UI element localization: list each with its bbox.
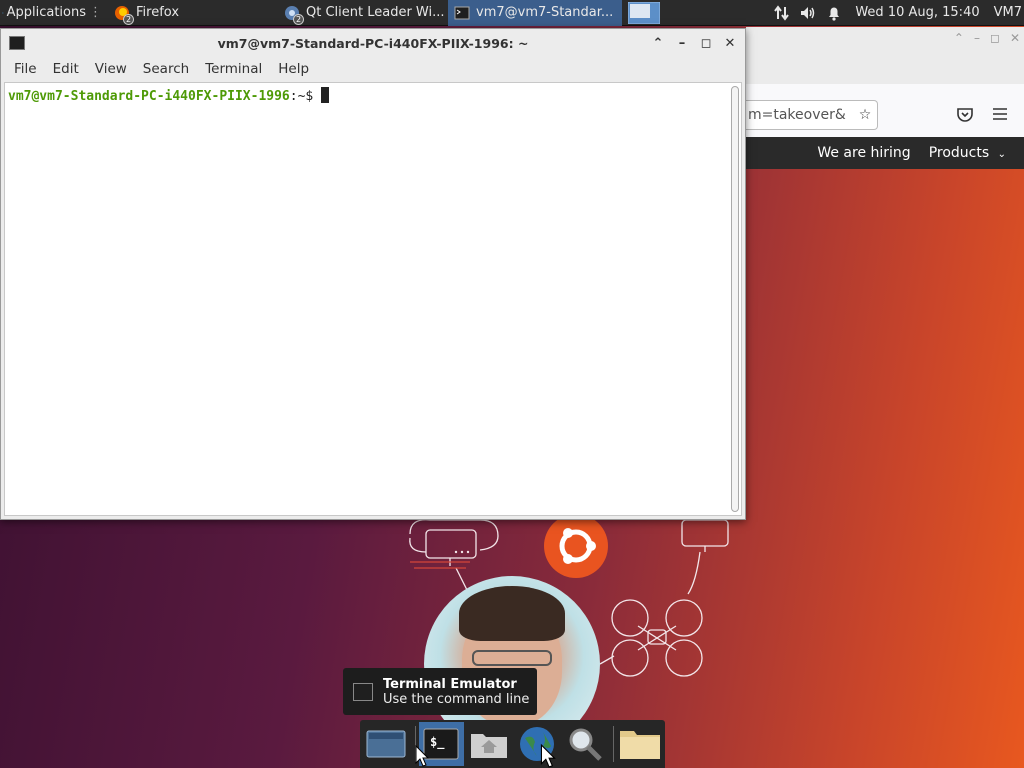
task-qt-client[interactable]: 2 Qt Client Leader Wi... — [278, 0, 448, 26]
terminal-icon — [353, 682, 373, 701]
tooltip-text: Terminal Emulator Use the command line — [383, 677, 529, 707]
dock-file-manager[interactable] — [617, 722, 662, 766]
mouse-pointer-icon — [415, 745, 429, 767]
task-label: Firefox — [136, 5, 180, 20]
menu-help[interactable]: Help — [270, 61, 317, 77]
url-bar[interactable]: m=takeover& ☆ — [746, 100, 878, 130]
menu-terminal[interactable]: Terminal — [197, 61, 270, 77]
tooltip-title: Terminal Emulator — [383, 676, 517, 692]
dock-home-folder[interactable] — [467, 722, 512, 766]
task-label: vm7@vm7-Standar... — [476, 5, 614, 20]
maximize-icon[interactable]: ◻ — [699, 36, 713, 51]
dock-tooltip: Terminal Emulator Use the command line — [343, 668, 537, 715]
mouse-pointer-icon — [540, 744, 556, 768]
hostname-label[interactable]: VM7 — [994, 5, 1024, 20]
task-firefox[interactable]: 2 Firefox — [108, 0, 278, 26]
shade-up-icon[interactable]: ⌃ — [651, 36, 665, 51]
task-label: Qt Client Leader Wi... — [306, 5, 445, 20]
workspace-switcher[interactable] — [622, 0, 666, 26]
firefox-window-controls: ⌃ – ◻ ✕ — [954, 31, 1020, 45]
window-title: vm7@vm7-Standard-PC-i440FX-PIIX-1996: ~ — [217, 35, 529, 51]
folder-icon — [619, 731, 660, 759]
network-icon[interactable] — [773, 4, 791, 22]
menu-file[interactable]: File — [6, 61, 45, 77]
notification-bell-icon[interactable] — [825, 4, 843, 22]
nav-link-products[interactable]: Products ⌄ — [929, 145, 1006, 161]
maximize-icon[interactable]: ◻ — [990, 31, 1000, 45]
menu-view[interactable]: View — [87, 61, 135, 77]
close-icon[interactable]: ✕ — [723, 36, 737, 51]
applications-label: Applications — [6, 5, 86, 20]
show-desktop-icon — [366, 730, 406, 758]
terminal-window-icon — [9, 36, 25, 50]
terminal-menubar: File Edit View Search Terminal Help — [1, 57, 745, 81]
clock[interactable]: Wed 10 Aug, 15:40 — [855, 5, 979, 20]
scrollbar[interactable] — [731, 86, 739, 512]
home-folder-icon — [471, 734, 508, 758]
nav-link-hiring[interactable]: We are hiring — [817, 145, 910, 161]
terminal-icon — [454, 5, 470, 21]
tooltip-subtitle: Use the command line — [383, 691, 530, 707]
text-cursor — [321, 87, 330, 103]
nav-link-label: Products — [928, 145, 990, 161]
dock: $_ — [360, 720, 665, 768]
menu-search[interactable]: Search — [135, 61, 197, 77]
applications-menu[interactable]: Applications ⋮ — [0, 0, 108, 26]
system-tray: Wed 10 Aug, 15:40 VM7 — [769, 0, 1024, 26]
top-panel: Applications ⋮ 2 Firefox 2 Qt Client Lea… — [0, 0, 1024, 26]
separator-glyph: ⋮ — [89, 5, 102, 20]
chevron-down-icon: ⌄ — [997, 149, 1006, 160]
hair-shape — [459, 586, 565, 641]
terminal-content[interactable]: vm7@vm7-Standard-PC-i440FX-PIIX-1996:~$ — [4, 82, 742, 516]
task-count-badge: 2 — [293, 13, 304, 25]
task-count-badge: 2 — [123, 13, 134, 25]
magnifier-icon — [569, 728, 602, 761]
firefox-window: ⌃ – ◻ ✕ m=takeover& ☆ We are hiring Prod… — [746, 27, 1024, 768]
workspace-preview-icon — [628, 1, 660, 24]
prompt-path: :~$ — [289, 89, 314, 104]
dock-show-desktop[interactable] — [364, 722, 409, 766]
firefox-titlebar: ⌃ – ◻ ✕ — [746, 27, 1024, 84]
minimize-icon[interactable]: – — [675, 36, 689, 51]
window-controls: ⌃ – ◻ ✕ — [651, 36, 745, 51]
bookmark-star-icon[interactable]: ☆ — [853, 107, 877, 123]
task-terminal[interactable]: vm7@vm7-Standar... — [448, 0, 622, 26]
svg-text:$_: $_ — [430, 735, 445, 750]
url-text: m=takeover& — [748, 107, 846, 123]
qt-app-icon: 2 — [284, 5, 304, 25]
minimize-icon[interactable]: – — [974, 31, 980, 45]
site-navigation: We are hiring Products ⌄ — [746, 137, 1024, 169]
volume-icon[interactable] — [799, 4, 817, 22]
close-icon[interactable]: ✕ — [1010, 31, 1020, 45]
dock-search[interactable] — [562, 722, 607, 766]
firefox-icon: 2 — [114, 5, 134, 25]
terminal-window: vm7@vm7-Standard-PC-i440FX-PIIX-1996: ~ … — [0, 28, 746, 520]
shell-prompt: vm7@vm7-Standard-PC-i440FX-PIIX-1996:~$ — [8, 87, 330, 104]
prompt-user-host: vm7@vm7-Standard-PC-i440FX-PIIX-1996 — [8, 89, 290, 104]
terminal-titlebar[interactable]: vm7@vm7-Standard-PC-i440FX-PIIX-1996: ~ … — [1, 29, 745, 57]
glasses-shape — [472, 650, 552, 666]
menu-edit[interactable]: Edit — [45, 61, 87, 77]
dock-separator — [613, 726, 615, 762]
xfce-logo-icon — [2, 11, 4, 14]
hamburger-menu-icon[interactable] — [992, 107, 1008, 121]
minimize-up-icon[interactable]: ⌃ — [954, 31, 964, 45]
pocket-icon[interactable] — [956, 107, 974, 123]
